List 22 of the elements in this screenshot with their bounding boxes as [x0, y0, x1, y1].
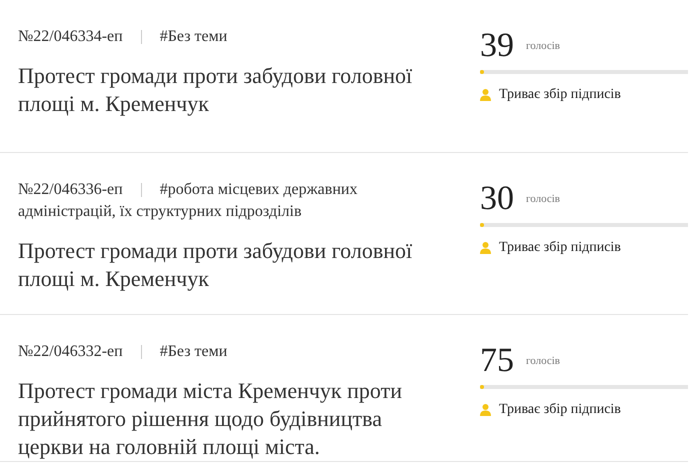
petition-tag[interactable]: #Без теми [160, 28, 228, 45]
person-icon [480, 88, 491, 100]
person-icon [480, 404, 491, 416]
petition-title[interactable]: Протест громади проти забудови головної площі м. Кременчук [18, 62, 438, 118]
votes-label: голосів [526, 192, 560, 207]
votes-label: голосів [526, 38, 560, 54]
vote-count: 39 [480, 26, 514, 66]
petition-tag[interactable]: #Без теми [160, 343, 228, 360]
petition-tag[interactable]: адміністрацій, їх структурних підрозділів [18, 201, 458, 223]
petition-number: №22/046336-еп [18, 181, 123, 198]
petition-title[interactable]: Протест громади міста Кременчук проти прийнятого рішення щодо будівництва церкви на головній площі міста. [18, 377, 438, 461]
status-text: Триває збір підписів [499, 401, 621, 419]
person-icon [480, 242, 491, 254]
votes-label: голосів [526, 354, 560, 369]
vote-count: 75 [480, 341, 514, 381]
petition-title[interactable]: Протест громади проти забудови головної площі м. Кременчук [18, 237, 438, 293]
petition-number: №22/046334-еп [18, 28, 123, 45]
petition-number: №22/046332-еп [18, 343, 123, 360]
vote-count: 30 [480, 179, 514, 219]
status-text: Триває збір підписів [499, 239, 621, 257]
status-text: Триває збір підписів [499, 86, 621, 104]
petition-tag[interactable]: #робота місцевих державних [160, 181, 358, 198]
